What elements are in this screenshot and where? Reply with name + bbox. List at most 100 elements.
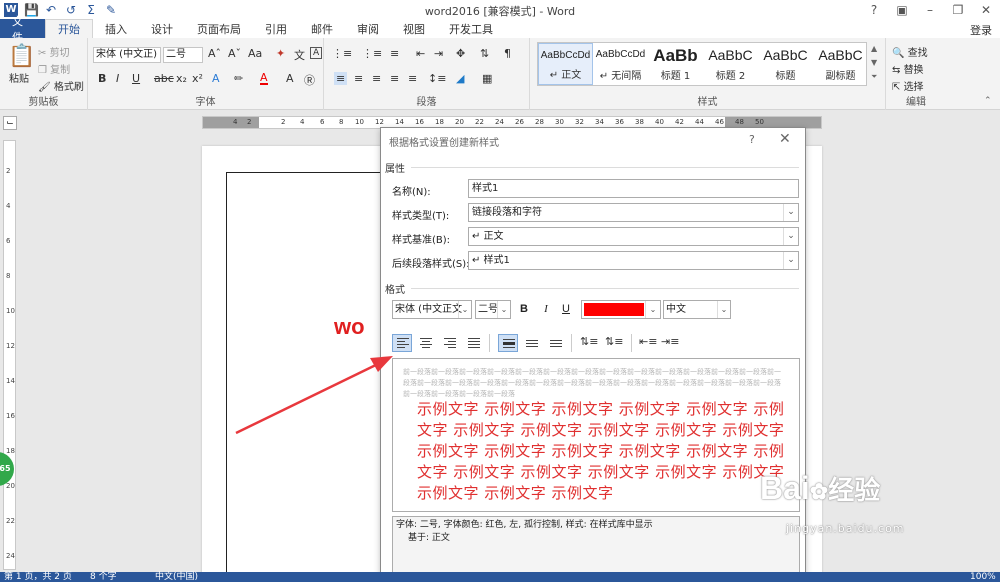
document-text[interactable]: wo <box>334 314 365 340</box>
dialog-align-center-button[interactable] <box>416 334 436 352</box>
style-normal[interactable]: AaBbCcDd ↵ 正文 <box>538 43 593 85</box>
chinese-layout-icon[interactable]: ✥ <box>456 47 465 60</box>
dialog-increase-indent-icon[interactable]: ⇥≡ <box>661 335 679 348</box>
copy-button[interactable]: ❐ 复制 <box>38 61 70 76</box>
align-center-icon[interactable]: ≡ <box>354 72 363 85</box>
tab-mailings[interactable]: 邮件 <box>299 19 345 38</box>
dialog-align-left-button[interactable] <box>392 334 412 352</box>
dialog-script-select[interactable]: 中文 ⌄ <box>663 300 731 319</box>
char-border-icon[interactable]: A <box>310 47 323 59</box>
numbering-icon[interactable]: ⋮≡ <box>362 47 382 60</box>
minimize-icon[interactable]: – <box>916 0 944 19</box>
bullets-icon[interactable]: ⋮≡ <box>332 47 352 60</box>
style-heading1[interactable]: AaBb 标题 1 <box>648 43 703 85</box>
char-shading-icon[interactable]: A <box>286 72 294 85</box>
dialog-align-right-button[interactable] <box>440 334 460 352</box>
style-title[interactable]: AaBbC 标题 <box>758 43 813 85</box>
tab-developer[interactable]: 开发工具 <box>437 19 505 38</box>
font-size-select[interactable]: 二号 <box>163 47 203 63</box>
decrease-indent-icon[interactable]: ⇤ <box>416 47 425 60</box>
tab-design[interactable]: 设计 <box>139 19 185 38</box>
style-type-select[interactable]: 链接段落和字符 ⌄ <box>468 203 799 222</box>
ribbon-display-icon[interactable]: ▣ <box>888 0 916 19</box>
tab-layout[interactable]: 页面布局 <box>185 19 253 38</box>
tab-view[interactable]: 视图 <box>391 19 437 38</box>
dialog-italic-button[interactable]: I <box>537 300 555 318</box>
dialog-close-button[interactable]: ✕ <box>779 131 791 147</box>
vertical-ruler[interactable]: 2 4 6 8 10 12 14 16 18 20 22 24 <box>3 140 16 570</box>
help-icon[interactable]: ? <box>860 0 888 19</box>
styles-scroll-down-icon[interactable]: ▼ <box>871 58 877 67</box>
text-effects-icon[interactable]: A <box>212 72 220 85</box>
following-style-select[interactable]: ↵ 样式1 ⌄ <box>468 251 799 270</box>
align-right-icon[interactable]: ≡ <box>372 72 381 85</box>
dialog-one-half-spacing-button[interactable] <box>522 334 542 352</box>
distributed-icon[interactable]: ≡ <box>408 72 417 85</box>
increase-indent-icon[interactable]: ⇥ <box>434 47 443 60</box>
tab-selector-icon[interactable]: ⌙ <box>3 116 17 130</box>
dialog-underline-button[interactable]: U <box>557 300 575 318</box>
tab-review[interactable]: 审阅 <box>345 19 391 38</box>
justify-icon[interactable]: ≡ <box>390 72 399 85</box>
collapse-ribbon-icon[interactable]: ⌃ <box>984 96 992 106</box>
highlight-icon[interactable]: ✏ <box>234 72 243 85</box>
style-no-spacing[interactable]: AaBbCcDd ↵ 无间隔 <box>593 43 648 85</box>
login-link[interactable]: 登录 <box>970 22 992 38</box>
font-color-icon[interactable]: A <box>260 72 268 85</box>
paste-icon[interactable]: 📋 <box>8 44 35 69</box>
strikethrough-icon[interactable]: abc <box>154 72 174 85</box>
tab-references[interactable]: 引用 <box>253 19 299 38</box>
close-icon[interactable]: ✕ <box>972 0 1000 19</box>
page-count[interactable]: 第 1 页，共 2 页 <box>4 572 72 582</box>
enclose-char-icon[interactable]: Ⓡ <box>304 72 315 88</box>
underline-icon[interactable]: U <box>132 72 140 85</box>
bold-icon[interactable]: B <box>98 72 106 85</box>
line-spacing-icon[interactable]: ↕≡ <box>428 72 446 85</box>
restore-icon[interactable]: ❐ <box>944 0 972 19</box>
tab-home[interactable]: 开始 <box>45 19 93 38</box>
dialog-single-spacing-button[interactable] <box>498 334 518 352</box>
dialog-increase-spacing-icon[interactable]: ⇅≡ <box>580 335 598 348</box>
superscript-icon[interactable]: x² <box>192 72 203 85</box>
dialog-font-color-select[interactable]: ⌄ <box>581 300 661 319</box>
dialog-font-select[interactable]: 宋体 (中文正文 ⌄ <box>392 300 472 319</box>
style-heading2[interactable]: AaBbC 标题 2 <box>703 43 758 85</box>
styles-scroll-up-icon[interactable]: ▲ <box>871 44 877 53</box>
multilevel-list-icon[interactable]: ≡ <box>390 47 399 60</box>
grow-font-icon[interactable]: Aˆ <box>208 47 221 60</box>
style-based-on-select[interactable]: ↵ 正文 ⌄ <box>468 227 799 246</box>
shrink-font-icon[interactable]: Aˇ <box>228 47 241 60</box>
subscript-icon[interactable]: x₂ <box>176 72 187 85</box>
dialog-decrease-indent-icon[interactable]: ⇤≡ <box>639 335 657 348</box>
find-button[interactable]: 🔍 查找 <box>892 44 928 59</box>
replace-button[interactable]: ⇆ 替换 <box>892 61 924 76</box>
change-case-icon[interactable]: Aa <box>248 47 262 60</box>
shading-icon[interactable]: ◢ <box>456 72 464 85</box>
clear-format-icon[interactable]: ✦ <box>276 47 285 60</box>
style-subtitle[interactable]: AaBbC 副标题 <box>813 43 868 85</box>
tab-file[interactable]: 文件 <box>0 15 45 44</box>
select-button[interactable]: ⇱ 选择 <box>892 78 924 93</box>
dialog-justify-button[interactable] <box>464 334 484 352</box>
zoom-level[interactable]: 100% <box>970 572 996 582</box>
word-count[interactable]: 8 个字 <box>90 572 117 582</box>
style-name-input[interactable]: 样式1 <box>468 179 799 198</box>
dialog-help-button[interactable]: ? <box>749 133 755 146</box>
styles-more-icon[interactable]: ⏷ <box>871 72 877 82</box>
dialog-bold-button[interactable]: B <box>515 300 533 318</box>
dialog-decrease-spacing-icon[interactable]: ⇅≡ <box>605 335 623 348</box>
format-painter-button[interactable]: 🖌 格式刷 <box>38 78 84 93</box>
borders-icon[interactable]: ▦ <box>482 72 492 85</box>
tab-insert[interactable]: 插入 <box>93 19 139 38</box>
paste-button[interactable]: 粘贴 <box>9 70 29 85</box>
dialog-double-spacing-button[interactable] <box>546 334 566 352</box>
dialog-size-select[interactable]: 二号 ⌄ <box>475 300 511 319</box>
align-left-icon[interactable]: ≡ <box>334 72 348 85</box>
sort-icon[interactable]: ⇅ <box>480 47 489 60</box>
font-name-select[interactable]: 宋体 (中文正) <box>93 47 161 63</box>
italic-icon[interactable]: I <box>116 72 119 85</box>
language-status[interactable]: 中文(中国) <box>155 572 198 582</box>
show-marks-icon[interactable]: ¶ <box>504 47 511 60</box>
phonetic-icon[interactable]: 文 <box>294 47 305 63</box>
cut-button[interactable]: ✂ 剪切 <box>38 44 70 59</box>
